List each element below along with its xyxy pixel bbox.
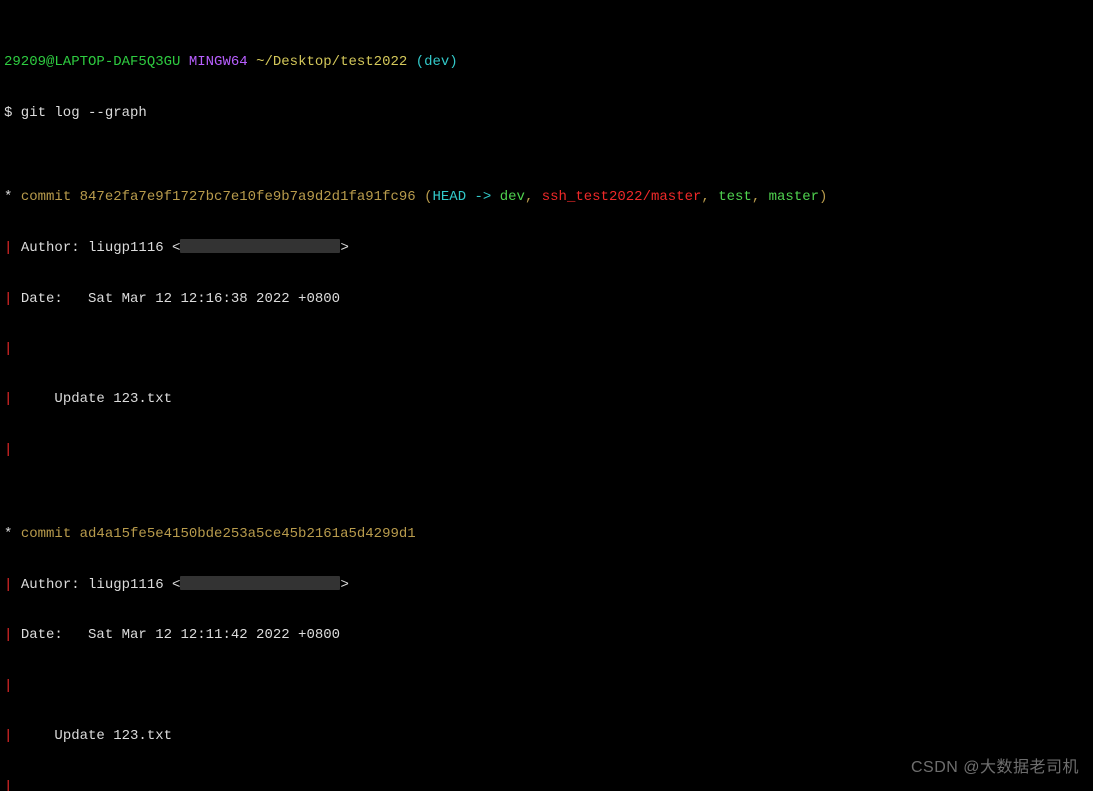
commit-hash: ad4a15fe5e4150bde253a5ce45b2161a5d4299d1 <box>80 526 416 542</box>
prompt-user: 29209@LAPTOP-DAF5Q3GU <box>4 54 180 70</box>
commit-hash-line: * commit 847e2fa7e9f1727bc7e10fe9b7a9d2d… <box>4 189 1089 206</box>
ref-head: HEAD -> <box>433 189 500 205</box>
terminal[interactable]: 29209@LAPTOP-DAF5Q3GU MINGW64 ~/Desktop/… <box>0 0 1093 791</box>
blank: | <box>4 341 1089 358</box>
commit-date: | Date: Sat Mar 12 12:16:38 2022 +0800 <box>4 291 1089 308</box>
command-line: $ git log --graph <box>4 105 1089 122</box>
watermark: CSDN @大数据老司机 <box>911 758 1079 777</box>
ref-remote: ssh_test2022/master <box>542 189 702 205</box>
redacted-email <box>180 239 340 253</box>
blank: | <box>4 442 1089 459</box>
commit-author: | Author: liugp1116 <> <box>4 576 1089 594</box>
prompt-host: MINGW64 <box>189 54 248 70</box>
commit-hash-line: * commit ad4a15fe5e4150bde253a5ce45b2161… <box>4 526 1089 543</box>
graph-star: * <box>4 189 21 205</box>
commit-message: | Update 123.txt <box>4 391 1089 408</box>
commit-hash: 847e2fa7e9f1727bc7e10fe9b7a9d2d1fa91fc96 <box>80 189 416 205</box>
prompt-path: ~/Desktop/test2022 <box>256 54 407 70</box>
blank: | <box>4 779 1089 791</box>
ref-local: test <box>718 189 752 205</box>
ref-local: dev <box>500 189 525 205</box>
commit-author: | Author: liugp1116 <> <box>4 239 1089 257</box>
prompt-branch: (dev) <box>416 54 458 70</box>
prompt-line: 29209@LAPTOP-DAF5Q3GU MINGW64 ~/Desktop/… <box>4 54 1089 71</box>
commit-date: | Date: Sat Mar 12 12:11:42 2022 +0800 <box>4 627 1089 644</box>
blank: | <box>4 678 1089 695</box>
commit-message: | Update 123.txt <box>4 728 1089 745</box>
ref-local: master <box>769 189 819 205</box>
redacted-email <box>180 576 340 590</box>
